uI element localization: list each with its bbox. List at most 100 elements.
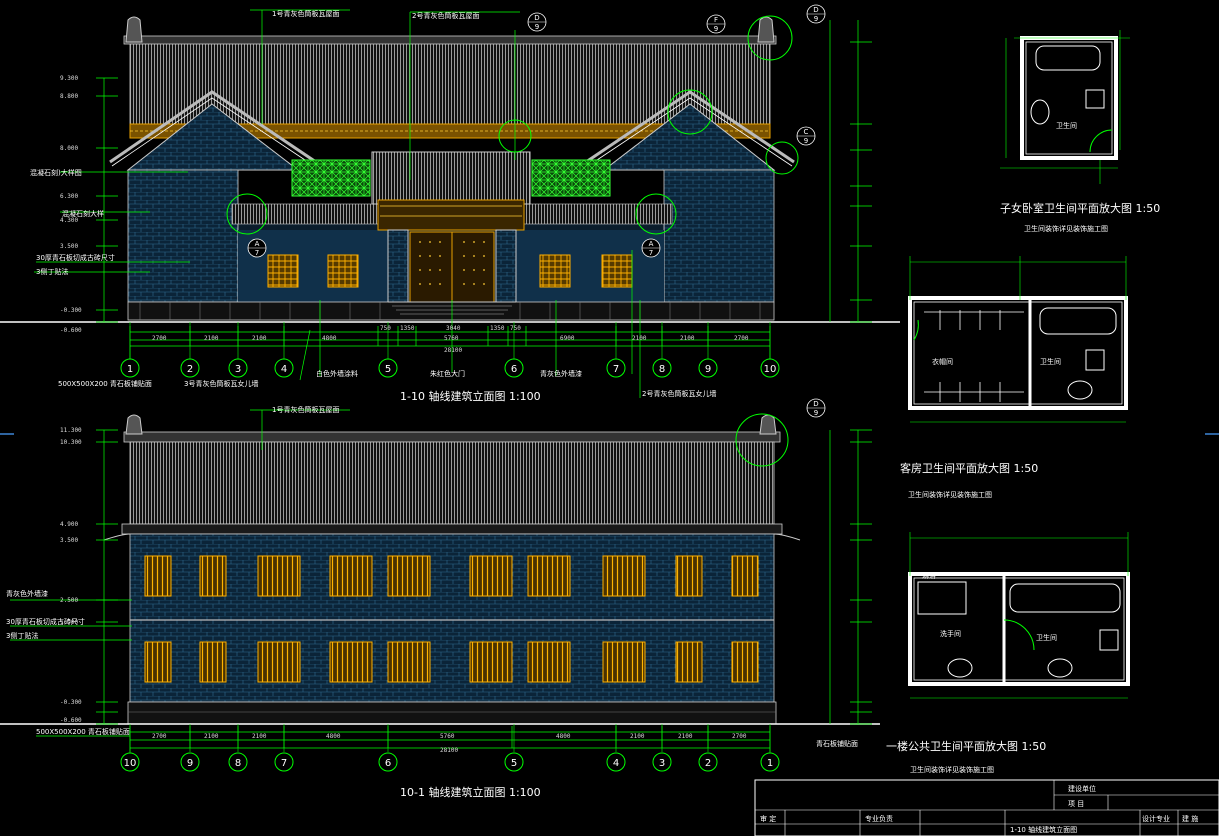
front-window bbox=[601, 254, 633, 288]
axis-label: 6 bbox=[511, 364, 517, 375]
svg-text:淋浴: 淋浴 bbox=[922, 571, 936, 580]
axis-bubble-9: 9 bbox=[698, 358, 718, 378]
label-front-grey-paint: 青灰色外墙漆 bbox=[540, 369, 582, 378]
front-window bbox=[267, 254, 299, 288]
axis-bubble-2: 2 bbox=[180, 358, 200, 378]
svg-text:2100: 2100 bbox=[630, 733, 645, 740]
label-front-white-paint: 白色外墙涂料 bbox=[316, 369, 358, 378]
title-plan1: 子女卧室卫生间平面放大图 1:50 bbox=[1000, 201, 1160, 215]
label-back-grey-paint: 青灰色外墙漆 bbox=[6, 589, 48, 598]
svg-text:6.300: 6.300 bbox=[60, 193, 78, 200]
title-block: 建设单位 项 目 审 定 专业负责 1-10 轴线建筑立面图 设计专业 建 施 bbox=[754, 779, 1219, 836]
front-main-roof bbox=[129, 41, 771, 125]
svg-text:6900: 6900 bbox=[560, 335, 575, 342]
svg-text:D: D bbox=[813, 6, 818, 14]
title-back-elevation: 10-1 轴线建筑立面图 1:100 bbox=[400, 785, 541, 799]
svg-text:卫生间: 卫生间 bbox=[1036, 633, 1057, 642]
axis-label: 2 bbox=[187, 364, 193, 375]
axis-bubble-2: 2 bbox=[698, 752, 718, 772]
svg-text:D: D bbox=[813, 400, 818, 408]
axis-bubble-7: 7 bbox=[606, 358, 626, 378]
svg-text:2100: 2100 bbox=[678, 733, 693, 740]
svg-text:建 施: 建 施 bbox=[1182, 814, 1198, 823]
svg-text:4.900: 4.900 bbox=[60, 521, 78, 528]
svg-text:设计专业: 设计专业 bbox=[1142, 814, 1170, 823]
title-plan2: 客房卫生间平面放大图 1:50 bbox=[900, 461, 1038, 475]
axis-label: 10 bbox=[764, 364, 777, 375]
label-front-roof1: 1号青灰色筒板瓦屋面 bbox=[272, 9, 339, 18]
axis-bubble-10: 10 bbox=[760, 358, 780, 378]
svg-text:卫生间装饰详见装饰施工图: 卫生间装饰详见装饰施工图 bbox=[910, 765, 994, 774]
svg-text:审 定: 审 定 bbox=[760, 814, 776, 823]
back-main-roof bbox=[129, 441, 775, 525]
svg-text:衣帽间: 衣帽间 bbox=[932, 357, 953, 366]
svg-text:1-10 轴线建筑立面图: 1-10 轴线建筑立面图 bbox=[1010, 825, 1077, 834]
label-front-base: 500X500X200 青石板铺贴面 bbox=[58, 379, 152, 388]
label-front-stone-b: 3侧丁贴法 bbox=[36, 267, 68, 276]
axis-label: 1 bbox=[767, 758, 773, 769]
front-window bbox=[327, 254, 359, 288]
svg-text:卫生间装饰详见装饰施工图: 卫生间装饰详见装饰施工图 bbox=[1024, 224, 1108, 233]
axis-label: 9 bbox=[187, 758, 193, 769]
svg-text:2700: 2700 bbox=[152, 733, 167, 740]
svg-text:5760: 5760 bbox=[444, 335, 459, 342]
front-green-balcony-right bbox=[531, 159, 611, 197]
front-elevation bbox=[0, 16, 900, 323]
axis-bubble-4: 4 bbox=[274, 358, 294, 378]
front-dimension-texts: 2700 2100 2100 4800 750 1350 3040 1350 7… bbox=[152, 325, 749, 354]
svg-text:9: 9 bbox=[535, 23, 539, 31]
detail-bubble-f9: F9 bbox=[706, 14, 726, 34]
svg-text:-0.300: -0.300 bbox=[60, 699, 82, 706]
svg-text:750: 750 bbox=[380, 325, 391, 332]
svg-text:2700: 2700 bbox=[732, 733, 747, 740]
svg-text:A: A bbox=[649, 240, 654, 248]
back-axis-bubbles: 10 9 8 7 6 5 4 3 2 1 bbox=[120, 752, 780, 772]
axis-label: 5 bbox=[511, 758, 517, 769]
axis-label: 8 bbox=[235, 758, 241, 769]
svg-text:项 目: 项 目 bbox=[1068, 800, 1084, 808]
svg-text:28100: 28100 bbox=[440, 747, 458, 754]
axis-bubble-10: 10 bbox=[120, 752, 140, 772]
axis-bubble-8: 8 bbox=[652, 358, 672, 378]
axis-label: 1 bbox=[127, 364, 133, 375]
svg-text:2.500: 2.500 bbox=[60, 597, 78, 604]
axis-label: 4 bbox=[281, 364, 287, 375]
axis-label: 10 bbox=[124, 758, 137, 769]
svg-text:9: 9 bbox=[804, 137, 808, 145]
label-back-roof1: 1号青灰色筒板瓦屋面 bbox=[272, 405, 339, 414]
svg-text:卫生间: 卫生间 bbox=[1056, 121, 1077, 130]
detail-bubble-c9: C9 bbox=[796, 126, 816, 146]
svg-text:-0.300: -0.300 bbox=[60, 307, 82, 314]
svg-text:2100: 2100 bbox=[204, 335, 219, 342]
axis-label: 8 bbox=[659, 364, 665, 375]
svg-text:5760: 5760 bbox=[440, 733, 455, 740]
label-front-wall-ridge: 3号青灰色筒板瓦女儿墙 bbox=[184, 379, 258, 388]
label-front-beam1: 混凝石刻)大样图 bbox=[30, 168, 82, 177]
axis-label: 2 bbox=[705, 758, 711, 769]
detail-bubble-a7a: A7 bbox=[247, 238, 267, 258]
svg-text:7: 7 bbox=[255, 249, 259, 257]
svg-text:4800: 4800 bbox=[326, 733, 341, 740]
back-dimension-texts: 2700 2100 2100 4800 5760 4800 2100 2100 … bbox=[152, 733, 747, 754]
svg-text:9.300: 9.300 bbox=[60, 75, 78, 82]
label-front-wall-ridge2: 2号青灰色筒板瓦女儿墙 bbox=[642, 389, 716, 398]
title-front-elevation: 1-10 轴线建筑立面图 1:100 bbox=[400, 389, 541, 403]
axis-bubble-6: 6 bbox=[378, 752, 398, 772]
svg-text:3040: 3040 bbox=[446, 325, 461, 332]
detail-bubble-a7b: A7 bbox=[641, 238, 661, 258]
svg-text:3.500: 3.500 bbox=[60, 537, 78, 544]
svg-text:11.300: 11.300 bbox=[60, 427, 82, 434]
front-ridge-ornament-left bbox=[125, 16, 143, 43]
svg-text:2100: 2100 bbox=[252, 733, 267, 740]
svg-text:9: 9 bbox=[714, 25, 718, 33]
axis-label: 3 bbox=[235, 364, 241, 375]
svg-text:2700: 2700 bbox=[152, 335, 167, 342]
front-window bbox=[539, 254, 571, 288]
title-plan3: 一楼公共卫生间平面放大图 1:50 bbox=[886, 739, 1046, 753]
svg-text:4.300: 4.300 bbox=[60, 217, 78, 224]
svg-text:2100: 2100 bbox=[204, 733, 219, 740]
svg-text:10.300: 10.300 bbox=[60, 439, 82, 446]
svg-text:28100: 28100 bbox=[444, 347, 462, 354]
label-back-base-right: 青石板铺贴面 bbox=[816, 739, 858, 748]
axis-label: 6 bbox=[385, 758, 391, 769]
